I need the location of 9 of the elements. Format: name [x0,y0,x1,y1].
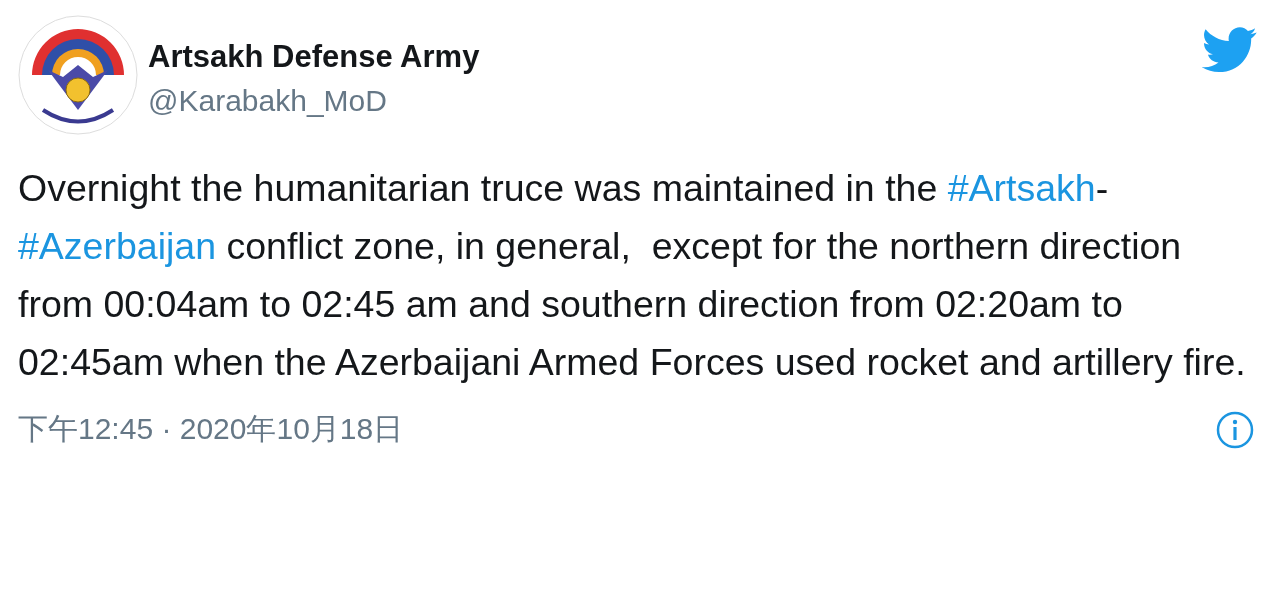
bird-logo-icon[interactable] [1202,27,1258,73]
author-handle[interactable]: @Karabakh_MoD [148,79,1192,123]
avatar-icon[interactable] [18,15,138,135]
hashtag-link[interactable]: #Artsakh [947,167,1096,209]
hashtag-link[interactable]: #Azerbaijan [18,225,217,267]
tweet-text: Overnight the humanitarian truce was maintained in the #Artsakh- #Azerbaijan conflict zone, in general, except for the northern direction from 00:04am to 02:45 am and southern direction from 02:20am to 02:45am when the Azerbaijani Armed Forces used rocket and artillery fire. [18,166,1247,385]
info-icon[interactable] [1215,409,1255,450]
timestamp[interactable]: 下午12:45 · 2020年10月18日 [18,409,404,450]
author-name[interactable]: Artsakh Defense Army [148,35,1192,79]
